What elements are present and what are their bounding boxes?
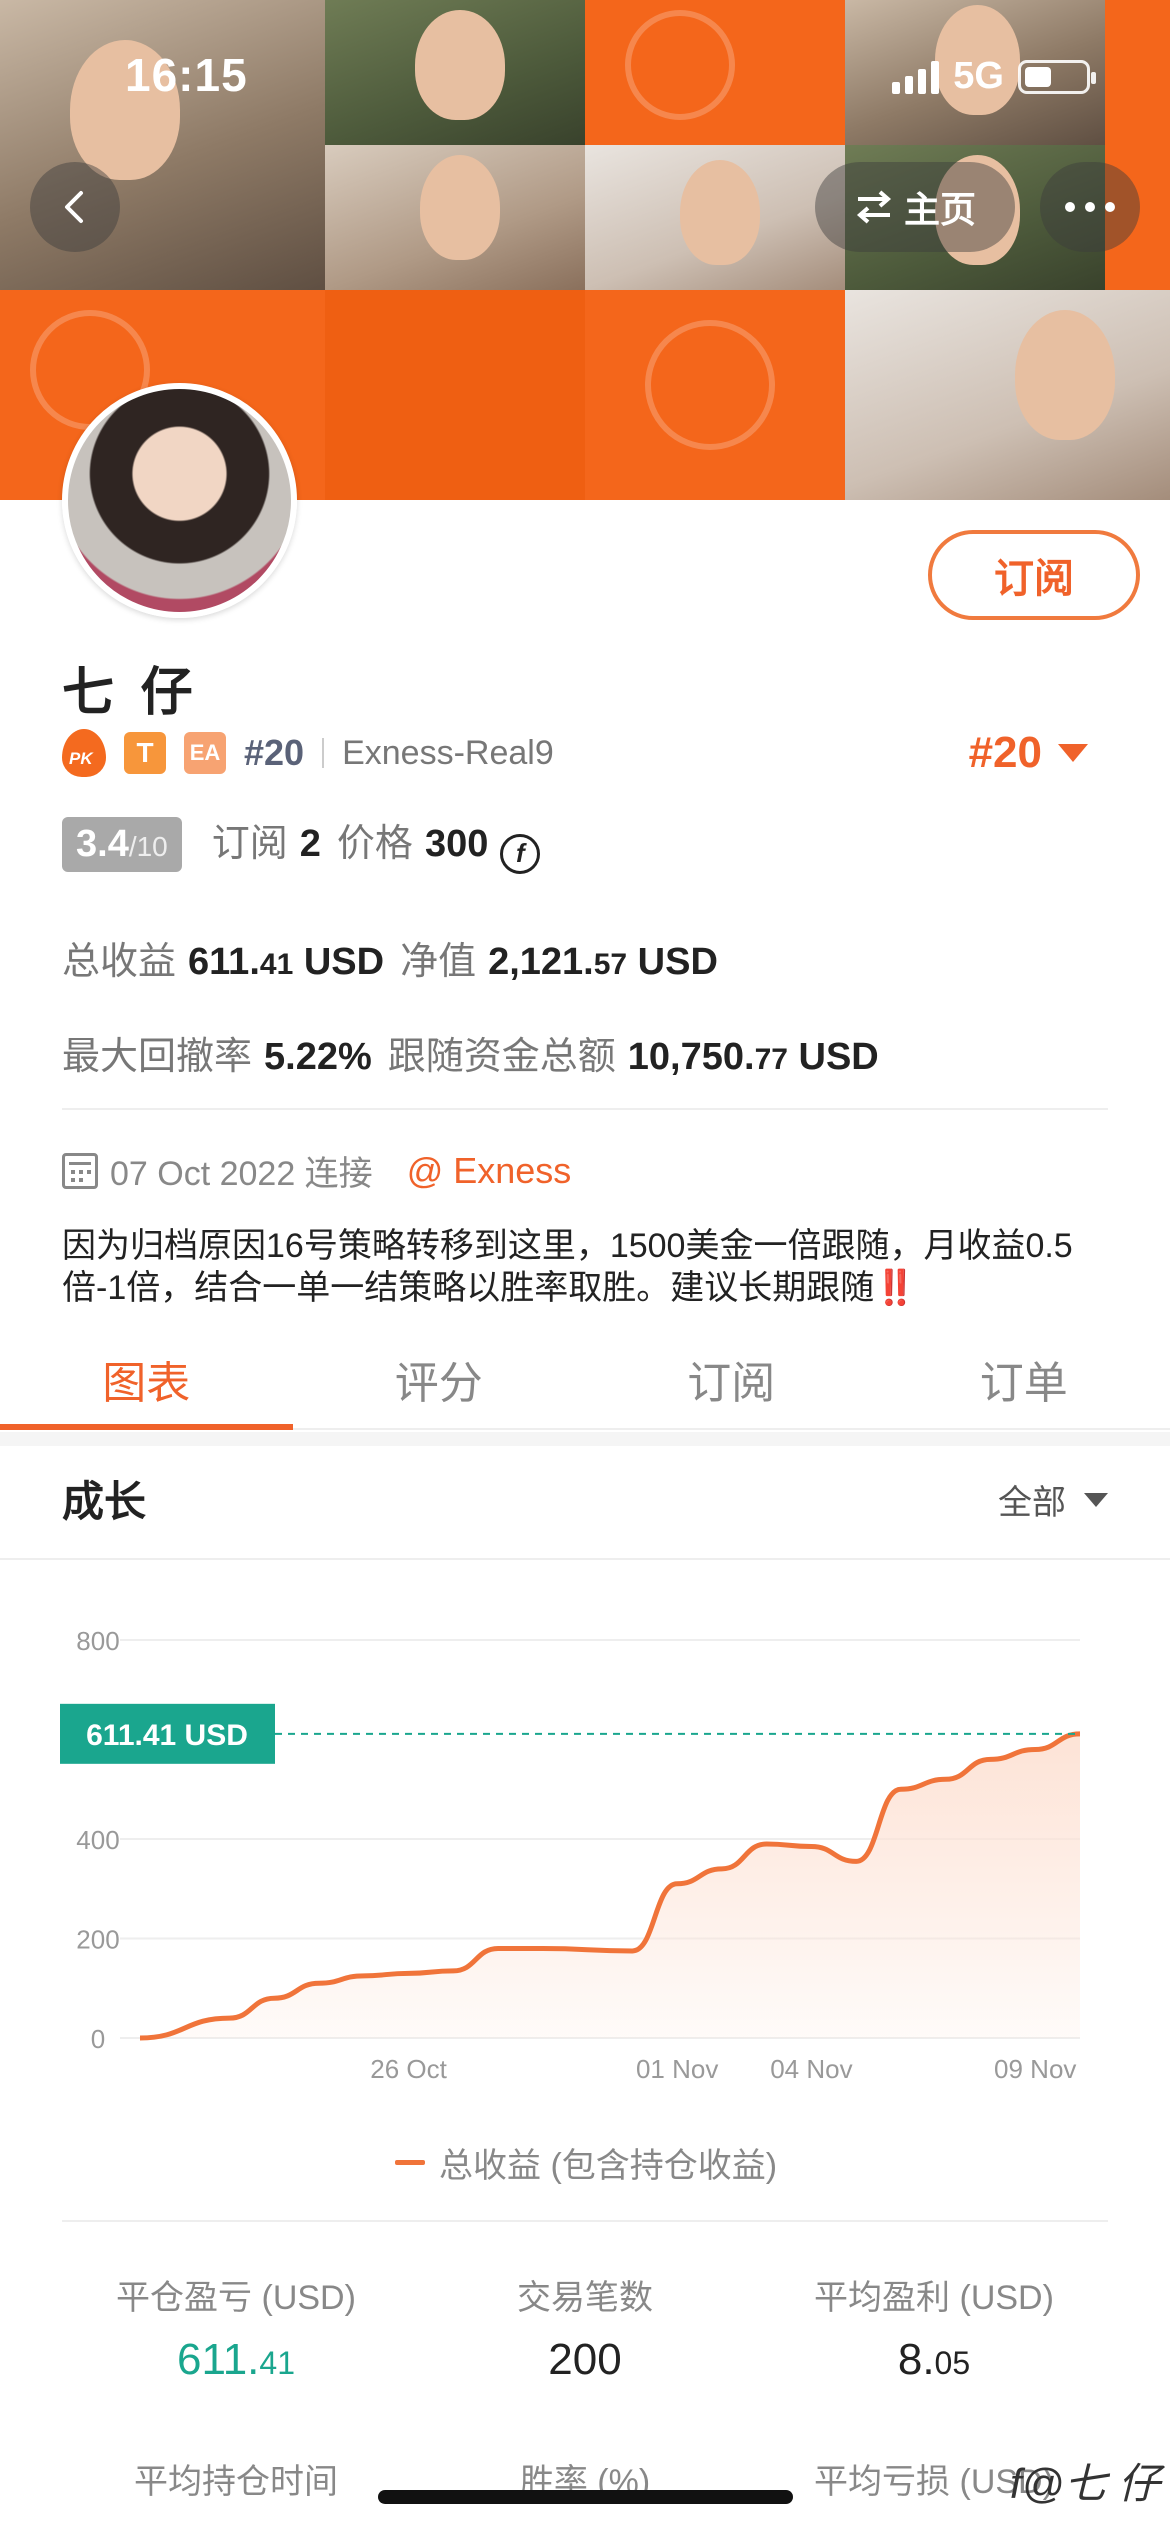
y-tick-label: 200 (76, 1925, 119, 1955)
metrics-row-2: 总收益 611.41 USD 净值 2,121.57 USD (62, 930, 734, 985)
y-tick-label: 400 (76, 1825, 119, 1855)
stat-label: 平均持仓时间 (134, 2463, 338, 2501)
rank-dropdown[interactable]: #20 (969, 728, 1088, 778)
growth-title: 成长 (62, 1478, 147, 1525)
home-button[interactable]: 主页 (815, 162, 1015, 252)
section-gap (0, 1432, 1170, 1446)
description-text: 因为归档原因16号策略转移到这里，1500美金一倍跟随，月收益0.5倍-1倍，结… (62, 1227, 1073, 1307)
exclamation-icon: ‼️ (874, 1269, 917, 1307)
total-profit-value: 611.41 USD (188, 941, 385, 983)
username: 七 仔 (62, 664, 199, 722)
tab-orders[interactable]: 订单 (878, 1330, 1170, 1428)
stat-avg-profit: 平均盈利 (USD) 8.05 (760, 2270, 1108, 2385)
rank-label: #20 (244, 732, 305, 773)
divider (0, 1558, 1170, 1560)
x-tick-label: 09 Nov (994, 2054, 1076, 2084)
stat-label: 交易笔数 (517, 2279, 653, 2317)
current-value-label: 611.41 USD (86, 1719, 248, 1752)
price-label: 价格 (336, 823, 413, 865)
banner-photo (325, 145, 585, 290)
stat-label: 平仓盈亏 (USD) (116, 2279, 356, 2317)
legend-label: 总收益 (包含持仓收益) (439, 2147, 778, 2185)
tab-bar: 图表 评分 订阅 订单 (0, 1330, 1170, 1430)
status-icons: 5G (892, 55, 1096, 98)
stat-label: 平均盈利 (USD) (814, 2279, 1054, 2317)
signal-icon (892, 60, 940, 94)
tab-rating[interactable]: 评分 (293, 1330, 586, 1428)
banner-photo (325, 0, 585, 145)
swap-icon (856, 190, 892, 224)
tab-chart[interactable]: 图表 (0, 1330, 293, 1430)
equity-value: 2,121.57 USD (488, 941, 718, 983)
legend-swatch (395, 2160, 425, 2165)
stats-grid: 平仓盈亏 (USD) 611.41 交易笔数 200 平均盈利 (USD) 8.… (62, 2220, 1108, 2501)
subscribe-count: 2 (299, 823, 321, 865)
banner-photo (585, 145, 845, 290)
caret-down-icon (1084, 1492, 1108, 1507)
banner-tile (325, 290, 585, 500)
range-filter[interactable]: 全部 (998, 1475, 1108, 1524)
rating-max: /10 (128, 831, 168, 862)
total-profit-label: 总收益 (62, 941, 177, 983)
stat-closed-pnl: 平仓盈亏 (USD) 611.41 (62, 2270, 410, 2385)
x-tick-label: 01 Nov (636, 2054, 718, 2084)
pk-flame-icon: PK (62, 729, 106, 777)
avatar[interactable] (62, 383, 297, 618)
rating-badge: 3.4/10 (62, 817, 182, 872)
home-indicator[interactable] (378, 2490, 793, 2504)
subscribe-count-label: 订阅 (211, 823, 288, 865)
range-filter-label: 全部 (998, 1484, 1066, 1522)
coin-icon: f (500, 833, 541, 874)
network-type: 5G (953, 55, 1004, 97)
follow-total-label: 跟随资金总额 (387, 1036, 616, 1078)
stat-value: 200 (548, 2335, 622, 2384)
divider (62, 1108, 1108, 1110)
max-drawdown-label: 最大回撤率 (62, 1036, 253, 1078)
chart-legend: 总收益 (包含持仓收益) (395, 2138, 777, 2187)
stat-trade-count: 交易笔数 200 (411, 2270, 759, 2385)
more-button[interactable] (1040, 162, 1140, 252)
status-time: 16:15 (125, 49, 248, 101)
stat-avg-hold-time: 平均持仓时间 (62, 2454, 410, 2503)
metrics-row-3: 最大回撤率 5.22% 跟随资金总额 10,750.77 USD (62, 1025, 895, 1080)
server-name: Exness-Real9 (342, 733, 554, 772)
connect-date: 07 Oct 2022 连接 (110, 1155, 373, 1193)
stat-value: 611.41 (177, 2335, 295, 2384)
follow-total-value: 10,750.77 USD (627, 1036, 879, 1078)
badge-row: PK T EA #20 Exness-Real9 (62, 728, 554, 778)
connect-info: 07 Oct 2022 连接 @ Exness (62, 1146, 571, 1195)
more-dots-icon (1065, 202, 1115, 212)
home-label: 主页 (903, 189, 976, 230)
banner-tile (585, 290, 845, 500)
calendar-icon (62, 1152, 98, 1189)
x-tick-label: 26 Oct (370, 2054, 447, 2084)
back-button[interactable] (30, 162, 120, 252)
x-tick-label: 04 Nov (770, 2054, 852, 2084)
metrics-row-1: 3.4/10 订阅 2 价格 300 f (62, 812, 541, 874)
battery-icon (1018, 59, 1096, 94)
caret-down-icon (1058, 744, 1088, 762)
subscribe-button[interactable]: 订阅 (928, 530, 1140, 620)
ea-badge: EA (184, 732, 226, 774)
equity-label: 净值 (400, 941, 477, 983)
tab-subscribe[interactable]: 订阅 (585, 1330, 878, 1428)
price-value: 300 (424, 823, 489, 865)
strategy-description: 因为归档原因16号策略转移到这里，1500美金一倍跟随，月收益0.5倍-1倍，结… (62, 1225, 1122, 1309)
max-drawdown-value: 5.22% (264, 1036, 372, 1078)
divider (322, 738, 325, 768)
y-tick-label: 0 (91, 2024, 105, 2054)
rating-score: 3.4 (76, 823, 129, 865)
stat-value: 8.05 (897, 2335, 971, 2384)
growth-chart[interactable]: 0 200 400 800 26 Oct 01 Nov 04 Nov 09 Nov 611.41… (0, 1580, 1170, 2100)
broker-link[interactable]: @ Exness (407, 1150, 572, 1192)
banner-photo (845, 290, 1170, 500)
watermark: f@七 仔 (1010, 2460, 1160, 2507)
y-tick-label: 800 (76, 1626, 119, 1656)
banner-tile (585, 0, 845, 145)
rank-value: #20 (968, 728, 1042, 777)
chevron-left-icon (65, 191, 83, 223)
banner-photo (0, 0, 325, 290)
t-badge: T (124, 732, 166, 774)
